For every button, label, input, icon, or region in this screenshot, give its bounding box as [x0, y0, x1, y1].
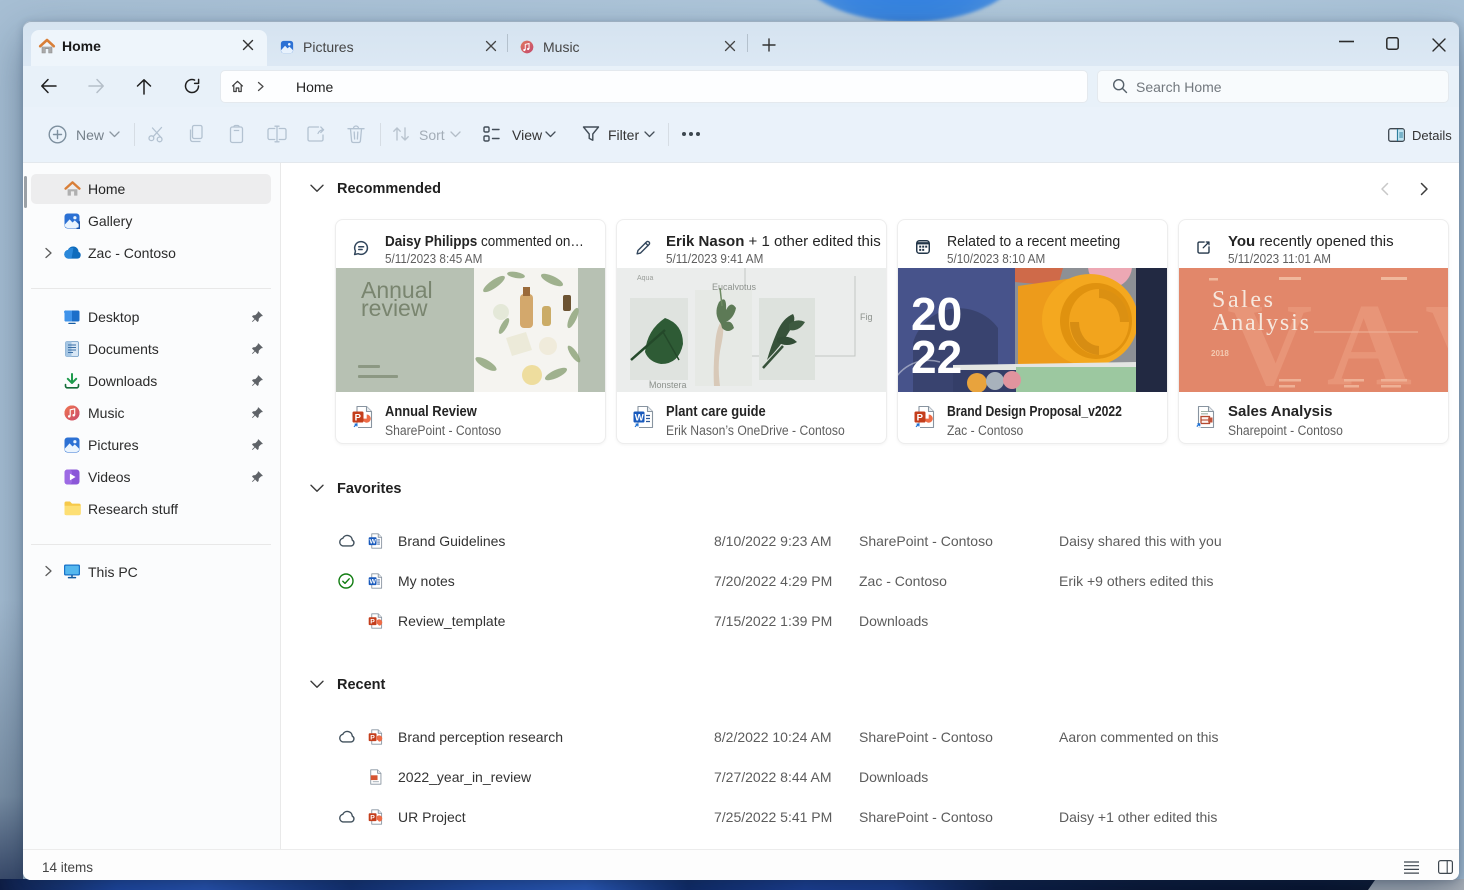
svg-text:Fig: Fig	[860, 312, 873, 322]
svg-text:22: 22	[911, 331, 962, 383]
svg-text:P: P	[370, 815, 375, 822]
svg-text:P: P	[370, 619, 375, 626]
svg-text:Aqua: Aqua	[637, 275, 653, 282]
svg-text:V: V	[1425, 279, 1448, 392]
svg-text:Monstera: Monstera	[649, 380, 687, 390]
svg-text:W: W	[635, 413, 644, 424]
svg-text:Analysis: Analysis	[1212, 310, 1309, 336]
svg-text:review: review	[361, 295, 428, 321]
svg-text:P: P	[917, 413, 924, 424]
svg-text:2018: 2018	[1211, 349, 1229, 358]
svg-text:P: P	[355, 413, 362, 424]
svg-text:W: W	[369, 539, 376, 546]
svg-text:W: W	[369, 579, 376, 586]
svg-text:P: P	[370, 735, 375, 742]
